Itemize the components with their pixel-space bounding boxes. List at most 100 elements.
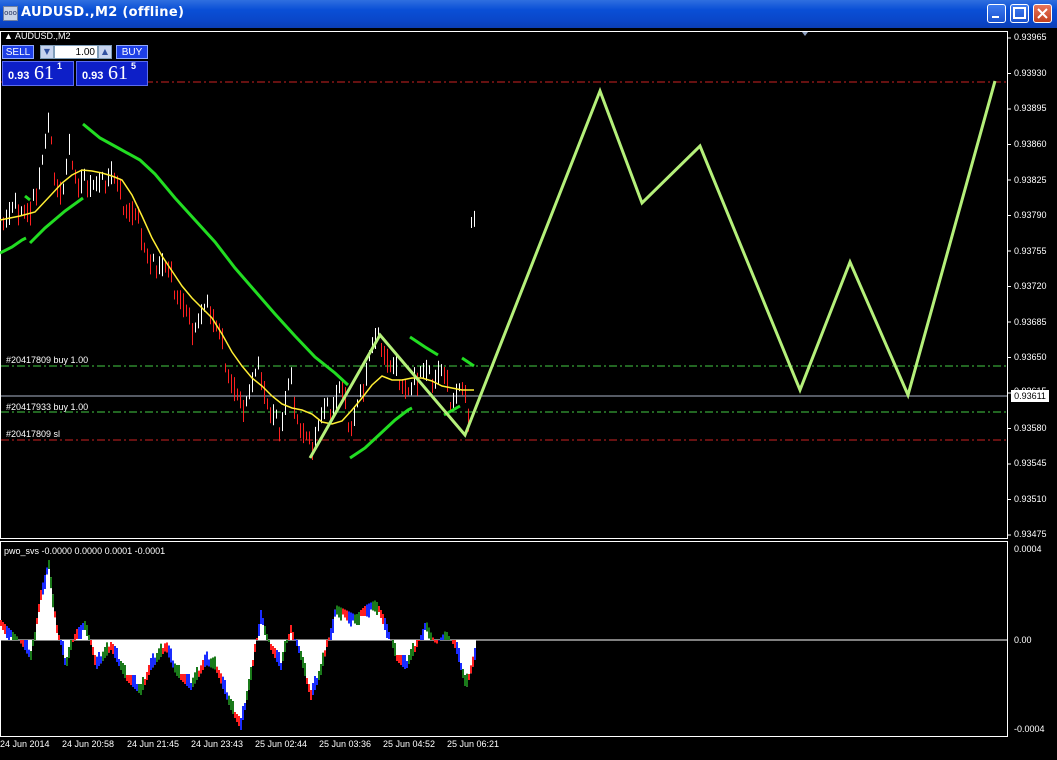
histogram-bar [46,567,48,640]
histogram-accent [342,608,344,615]
lot-up-arrow[interactable]: ▲ [98,45,112,59]
histogram-accent [354,614,356,624]
histogram-accent [398,655,400,663]
histogram-accent [266,634,268,640]
histogram-accent [286,640,288,643]
histogram-accent [84,621,86,630]
histogram-accent [310,690,312,700]
chart-window-icon[interactable]: ooo [3,6,18,21]
histogram-accent [72,640,74,642]
histogram-accent [326,640,328,647]
histogram-accent [128,675,130,683]
histogram-accent [472,656,474,667]
histogram-accent [112,644,114,654]
time-axis-label: 25 Jun 02:44 [255,739,308,749]
histogram-accent [186,674,188,686]
lot-size-input[interactable]: 1.00 [54,45,98,59]
sell-price-box[interactable]: 0.93 61 1 [2,61,74,86]
histogram-accent [208,659,210,667]
close-button[interactable] [1033,4,1052,23]
histogram-accent [378,606,380,612]
histogram-accent [444,631,446,640]
histogram-accent [346,610,348,621]
histogram-accent [28,649,30,657]
histogram-accent [290,625,292,633]
histogram-accent [236,714,238,722]
indicator-border [0,541,1008,737]
histogram-accent [148,665,150,675]
histogram-bar [126,640,128,681]
histogram-accent [256,638,258,640]
histogram-accent [86,625,88,636]
histogram-accent [204,654,206,667]
maximize-button[interactable] [1010,4,1029,23]
histogram-accent [202,660,204,670]
buy-price-box[interactable]: 0.93 61 5 [76,61,148,86]
histogram-accent [362,608,364,616]
histogram-accent [348,611,350,624]
histogram-accent [404,655,406,669]
price-axis-label: 0.93580 [1014,423,1047,433]
histogram-accent [48,560,50,569]
histogram-accent [448,636,450,640]
order-label-2: #20417933 buy 1.00 [6,402,89,412]
histogram-accent [470,665,472,674]
histogram-accent [98,652,100,666]
histogram-accent [36,618,38,624]
price-axis-label: 0.93685 [1014,317,1047,327]
chart-area[interactable]: SELL ▼ 1.00 ▲ BUY 0.93 61 1 0.93 61 5 ▲ … [0,28,1057,760]
histogram-accent [2,622,4,630]
histogram-accent [264,626,266,635]
histogram-accent [228,695,230,705]
histogram-accent [216,666,218,673]
histogram-accent [154,657,156,665]
sell-price-prefix: 0.93 [8,70,30,82]
histogram-accent [462,669,464,678]
histogram-accent [324,650,326,657]
histogram-accent [392,640,394,648]
histogram-accent [168,645,170,658]
histogram-accent [270,644,272,650]
histogram-accent [38,604,40,612]
histogram-accent [82,623,84,630]
histogram-accent [50,577,52,589]
histogram-accent [288,634,290,640]
histogram-accent [312,683,314,695]
indicator-label: pwo_svs -0.0000 0.0000 0.0001 -0.0001 [4,546,166,556]
price-axis-label: 0.93650 [1014,352,1047,362]
histogram-accent [122,663,124,674]
minimize-button[interactable] [987,4,1006,23]
lot-down-arrow[interactable]: ▼ [40,45,54,59]
chart-canvas[interactable] [0,28,1057,760]
histogram-accent [428,627,430,639]
current-price-tag: 0.93611 [1011,390,1049,402]
histogram-accent [130,675,132,685]
price-axis-label: 0.93755 [1014,246,1047,256]
histogram-accent [384,618,386,630]
histogram-accent [182,674,184,682]
price-axis-label: 0.93510 [1014,494,1047,504]
histogram-accent [438,640,440,641]
histogram-accent [20,640,22,644]
histogram-accent [252,660,254,666]
histogram-accent [464,675,466,686]
histogram-accent [132,675,134,687]
histogram-accent [218,670,220,678]
histogram-accent [12,632,14,640]
histogram-accent [294,639,296,640]
histogram-accent [32,640,34,646]
histogram-accent [88,635,90,640]
histogram-accent [76,629,78,639]
histogram-accent [220,673,222,684]
time-axis-label: 24 Jun 2014 [0,739,50,749]
close-icon [1037,8,1048,19]
histogram-accent [278,652,280,666]
histogram-accent [248,679,250,690]
buy-button[interactable]: BUY [116,45,148,59]
sell-button[interactable]: SELL [2,45,34,59]
histogram-accent [250,667,252,680]
histogram-accent [80,625,82,639]
histogram-accent [254,644,256,652]
main-chart-border [0,31,1008,539]
histogram-accent [364,606,366,616]
